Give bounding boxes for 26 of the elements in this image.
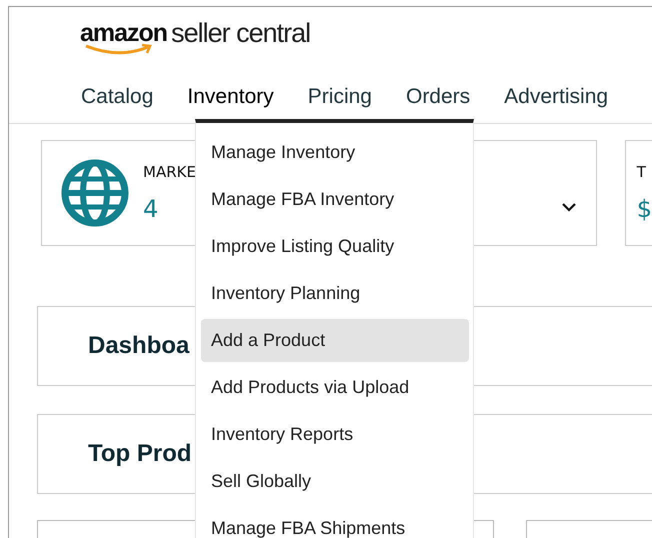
card-value: 4 [143,195,158,223]
card-value: $ [636,195,652,223]
smile-icon [84,43,154,55]
globe-icon [61,159,129,227]
card-label: MARKE [143,163,196,181]
menu-item[interactable]: Sell Globally [201,458,469,505]
menu-item[interactable]: Manage FBA Inventory [201,176,469,223]
menu-item[interactable]: Manage FBA Shipments [201,505,469,538]
menu-item[interactable]: Inventory Reports [201,411,469,458]
section-title: Dashboa [88,332,190,360]
menu-item[interactable]: Improve Listing Quality [201,223,469,270]
card-label: T [636,163,646,181]
nav-tab[interactable]: Inventory [175,85,286,123]
nav-tab[interactable]: Pricing [296,85,384,123]
menu-item[interactable]: Add a Product [201,319,469,362]
section-title: Top Prod [88,440,192,468]
nav-tab[interactable]: Orders [394,85,482,123]
nav-tab[interactable]: Advertising [492,85,620,123]
logo[interactable]: amazon seller central [9,7,652,52]
chevron-down-icon[interactable] [562,202,576,212]
logo-brand: amazon [80,19,168,47]
menu-item[interactable]: Manage Inventory [201,129,469,176]
logo-product: seller central [171,19,310,47]
menu-item[interactable]: Inventory Planning [201,270,469,317]
menu-item[interactable]: Add Products via Upload [201,364,469,411]
nav-tab[interactable]: Catalog [69,85,166,123]
